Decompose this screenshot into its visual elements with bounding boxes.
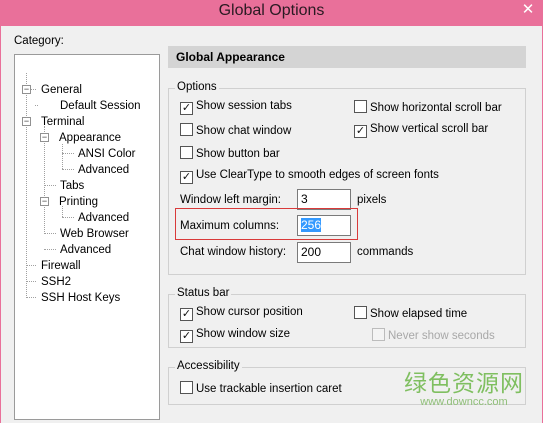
collapse-terminal-icon[interactable]: − [22,117,31,126]
show-horizontal-scroll-bar-checkbox[interactable]: Show horizontal scroll bar [354,100,502,115]
maximum-columns-label: Maximum columns: [180,220,280,232]
show-vertical-scroll-bar-checkbox[interactable]: ✓ Show vertical scroll bar [354,123,488,138]
tree-item-terminal[interactable]: Terminal [41,115,84,129]
show-button-bar-checkbox[interactable]: Show button bar [180,146,280,161]
options-group-title: Options [175,81,219,94]
tree-item-firewall[interactable]: Firewall [41,259,81,273]
trackable-caret-checkbox[interactable]: Use trackable insertion caret [180,381,342,396]
show-elapsed-time-checkbox[interactable]: Show elapsed time [354,306,467,321]
show-window-size-checkbox[interactable]: ✓ Show window size [180,328,290,343]
maximum-columns-value: 256 [301,218,322,232]
collapse-appearance-icon[interactable]: − [40,133,49,142]
chat-window-history-unit: commands [357,246,414,258]
tree-item-ansi-color[interactable]: ANSI Color [78,147,136,161]
panel-header: Global Appearance [168,46,526,68]
never-show-seconds-checkbox: Never show seconds [372,328,495,343]
maximum-columns-input[interactable]: 256 [297,215,351,236]
collapse-printing-icon[interactable]: − [40,197,49,206]
tree-item-ssh-host-keys[interactable]: SSH Host Keys [41,291,120,305]
tree-item-appearance[interactable]: Appearance [59,131,122,145]
use-cleartype-checkbox[interactable]: ✓ Use ClearType to smooth edges of screen… [180,169,439,184]
window-title: Global Options [218,2,325,19]
tree-item-tabs[interactable]: Tabs [60,179,84,193]
window-left-margin-label: Window left margin: [180,194,281,206]
check-icon: ✓ [354,125,367,138]
accessibility-group-title: Accessibility [175,360,242,373]
collapse-general-icon[interactable]: − [22,85,31,94]
tree-item-default-session[interactable]: Default Session [60,99,141,113]
dialog-body: Category: − General Default Session − Te… [0,26,543,423]
category-label: Category: [14,35,64,47]
watermark-main: 绿色资源网 [404,370,524,396]
chat-window-history-label: Chat window history: [180,246,287,258]
show-chat-window-checkbox[interactable]: Show chat window [180,123,291,138]
show-session-tabs-checkbox[interactable]: ✓ Show session tabs [180,100,292,115]
close-icon[interactable]: ✕ [517,0,539,20]
tree-item-appearance-advanced[interactable]: Advanced [78,163,129,177]
show-cursor-position-checkbox[interactable]: ✓ Show cursor position [180,306,303,321]
window-left-margin-unit: pixels [357,194,387,206]
tree-item-web-browser[interactable]: Web Browser [60,227,129,241]
tree-item-printing-advanced[interactable]: Advanced [78,211,129,225]
tree-item-ssh2[interactable]: SSH2 [41,275,71,289]
status-bar-group-title: Status bar [175,287,232,300]
title-bar: Global Options ✕ [0,0,543,26]
category-tree[interactable]: − General Default Session − Terminal − A… [14,54,160,420]
tree-item-printing[interactable]: Printing [59,195,98,209]
tree-item-terminal-advanced[interactable]: Advanced [60,243,111,257]
window-left-margin-input[interactable]: 3 [297,189,351,210]
check-icon: ✓ [180,308,193,321]
watermark: 绿色资源网 www.downcc.com [399,370,529,409]
check-icon: ✓ [180,171,193,184]
check-icon: ✓ [180,330,193,343]
watermark-url: www.downcc.com [420,396,508,408]
check-icon: ✓ [180,102,193,115]
tree-item-general[interactable]: General [41,83,82,97]
chat-window-history-input[interactable]: 200 [297,242,351,263]
